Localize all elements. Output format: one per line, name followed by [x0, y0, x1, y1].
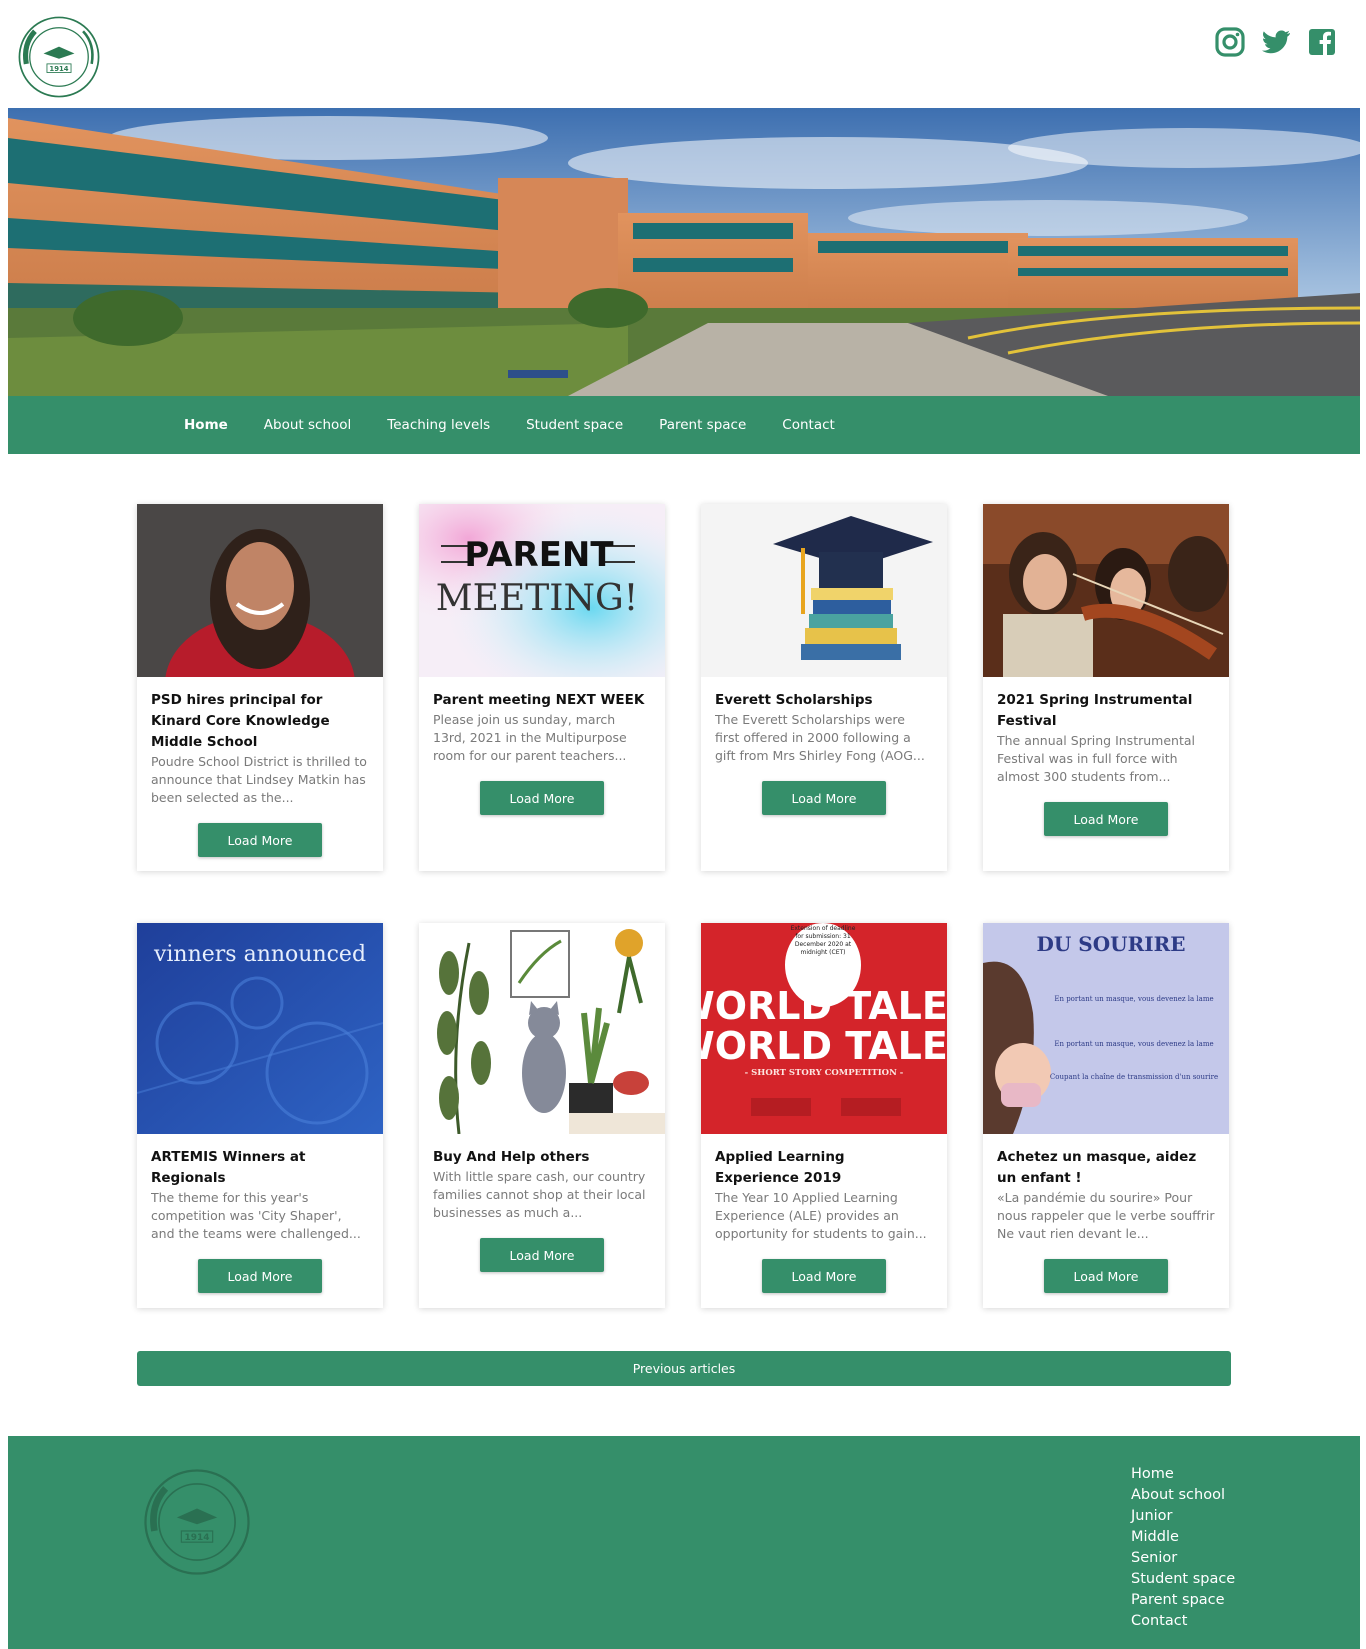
svg-text:WORLD TALES: WORLD TALES [701, 984, 947, 1028]
nav-teaching-levels[interactable]: Teaching levels [387, 417, 490, 433]
article-excerpt: The Year 10 Applied Learning Experience … [715, 1190, 927, 1241]
article-title[interactable]: 2021 Spring Instrumental Festival [997, 690, 1215, 732]
twitter-icon[interactable] [1260, 26, 1292, 58]
previous-articles-button[interactable]: Previous articles [137, 1351, 1231, 1386]
articles-row-1: PSD hires principal for Kinard Core Know… [137, 504, 1231, 871]
svg-text:- SHORT STORY COMPETITION -: - SHORT STORY COMPETITION - [745, 1068, 904, 1078]
load-more-button[interactable]: Load More [762, 781, 886, 815]
footer-link-middle[interactable]: Middle [1131, 1527, 1235, 1548]
article-title[interactable]: Applied Learning Experience 2019 [715, 1147, 933, 1189]
article-title[interactable]: PSD hires principal for Kinard Core Know… [151, 690, 369, 753]
svg-text:vinners announced: vinners announced [153, 942, 366, 967]
footer-link-parent-space[interactable]: Parent space [1131, 1590, 1235, 1611]
article-excerpt: The Everett Scholarships were first offe… [715, 712, 925, 763]
article-card: PSD hires principal for Kinard Core Know… [137, 504, 383, 871]
footer-link-student-space[interactable]: Student space [1131, 1569, 1235, 1590]
principal-portrait-image[interactable] [137, 504, 383, 677]
article-title[interactable]: ARTEMIS Winners at Regionals [151, 1147, 369, 1189]
footer-link-senior[interactable]: Senior [1131, 1548, 1235, 1569]
instagram-icon[interactable] [1214, 26, 1246, 58]
footer-link-contact[interactable]: Contact [1131, 1611, 1235, 1632]
footer-link-junior[interactable]: Junior [1131, 1506, 1235, 1527]
school-crest-logo[interactable]: 1914 [16, 14, 102, 100]
svg-text:PARENT: PARENT [464, 535, 614, 575]
article-excerpt: The annual Spring Instrumental Festival … [997, 733, 1195, 784]
article-card: PARENT MEETING! Parent meeting NEXT WEEK… [419, 504, 665, 871]
article-card: DU SOURIRE En portant un masque, vous de… [983, 923, 1229, 1308]
nav-contact[interactable]: Contact [782, 417, 835, 433]
article-title[interactable]: Parent meeting NEXT WEEK [433, 690, 651, 711]
nav-home[interactable]: Home [184, 417, 228, 433]
svg-text:1914: 1914 [49, 65, 68, 73]
article-card: Everett Scholarships The Everett Scholar… [701, 504, 947, 871]
load-more-button[interactable]: Load More [480, 781, 604, 815]
article-card: vinners announced ARTEMIS Winners at Reg… [137, 923, 383, 1308]
article-excerpt: Please join us sunday, march 13rd, 2021 … [433, 712, 627, 763]
article-title[interactable]: Buy And Help others [433, 1147, 651, 1168]
article-card: Buy And Help others With little spare ca… [419, 923, 665, 1308]
graduation-cap-books-image[interactable] [701, 504, 947, 677]
load-more-button[interactable]: Load More [198, 823, 322, 857]
articles-row-2: vinners announced ARTEMIS Winners at Reg… [137, 923, 1231, 1308]
footer-links: Home About school Junior Middle Senior S… [1131, 1464, 1235, 1632]
masque-sourire-poster-image[interactable]: DU SOURIRE En portant un masque, vous de… [983, 923, 1229, 1134]
facebook-icon[interactable] [1306, 26, 1338, 58]
article-excerpt: The theme for this year's competition wa… [151, 1190, 361, 1241]
article-excerpt: «La pandémie du sourire» Pour nous rappe… [997, 1190, 1215, 1241]
site-header: 1914 [0, 0, 1366, 108]
nav-student-space[interactable]: Student space [526, 417, 623, 433]
world-tales-poster-image[interactable]: Extension of deadline for submission: 31… [701, 923, 947, 1134]
main-nav: Home About school Teaching levels Studen… [8, 396, 1360, 454]
footer-link-home[interactable]: Home [1131, 1464, 1235, 1485]
article-title[interactable]: Everett Scholarships [715, 690, 933, 711]
nav-parent-space[interactable]: Parent space [659, 417, 746, 433]
load-more-button[interactable]: Load More [1044, 1259, 1168, 1293]
svg-text:MEETING!: MEETING! [436, 578, 638, 619]
load-more-button[interactable]: Load More [198, 1259, 322, 1293]
parent-meeting-image[interactable]: PARENT MEETING! [419, 504, 665, 677]
site-footer: 1914 Home About school Junior Middle Sen… [8, 1436, 1360, 1649]
svg-text:DU SOURIRE: DU SOURIRE [1037, 932, 1186, 956]
artemis-winners-image[interactable]: vinners announced [137, 923, 383, 1134]
nav-about-school[interactable]: About school [264, 417, 352, 433]
article-excerpt: With little spare cash, our country fami… [433, 1169, 646, 1220]
svg-text:WORLD TALES: WORLD TALES [701, 1024, 947, 1068]
article-card: Extension of deadline for submission: 31… [701, 923, 947, 1308]
social-links [1214, 26, 1338, 58]
plants-cats-image[interactable] [419, 923, 665, 1134]
article-title[interactable]: Achetez un masque, aidez un enfant ! [997, 1147, 1215, 1189]
hero-school-building-image [8, 108, 1360, 396]
article-card: 2021 Spring Instrumental Festival The an… [983, 504, 1229, 871]
load-more-button[interactable]: Load More [1044, 802, 1168, 836]
article-excerpt: Poudre School District is thrilled to an… [151, 754, 367, 805]
footer-school-crest-logo[interactable]: 1914 [141, 1466, 253, 1578]
load-more-button[interactable]: Load More [762, 1259, 886, 1293]
violin-students-image[interactable] [983, 504, 1229, 677]
svg-text:1914: 1914 [185, 1533, 210, 1543]
load-more-button[interactable]: Load More [480, 1238, 604, 1272]
footer-link-about-school[interactable]: About school [1131, 1485, 1235, 1506]
